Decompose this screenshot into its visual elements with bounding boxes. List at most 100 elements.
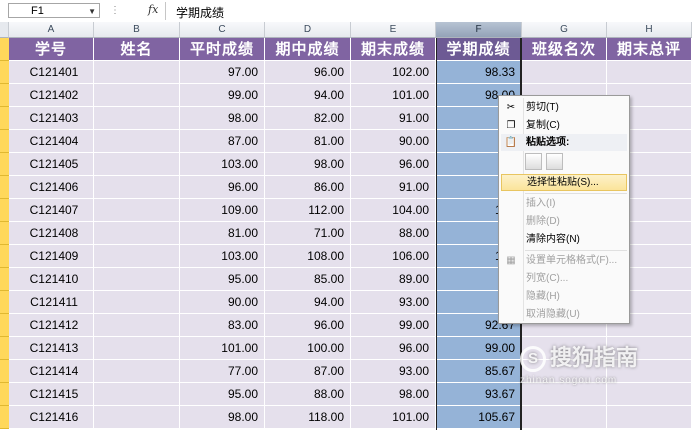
- cell-name[interactable]: [94, 360, 180, 383]
- menu-item-cut[interactable]: ✂ 剪切(T): [501, 99, 627, 116]
- cell-student-id[interactable]: C121407: [9, 199, 94, 222]
- cell-name[interactable]: [94, 383, 180, 406]
- menu-item-delete[interactable]: 删除(D): [501, 213, 627, 230]
- row-header[interactable]: [0, 222, 9, 245]
- row-header[interactable]: [0, 314, 9, 337]
- cell-midterm-score[interactable]: 71.00: [265, 222, 351, 245]
- cell-regular-score[interactable]: 98.00: [180, 107, 265, 130]
- cell-student-id[interactable]: C121411: [9, 291, 94, 314]
- cell-regular-score[interactable]: 77.00: [180, 360, 265, 383]
- cell-name[interactable]: [94, 245, 180, 268]
- row-header[interactable]: [0, 337, 9, 360]
- cell-midterm-score[interactable]: 98.00: [265, 153, 351, 176]
- cell-midterm-score[interactable]: 85.00: [265, 268, 351, 291]
- header-cell-final-evaluation[interactable]: 期末总评: [607, 38, 692, 61]
- cell-final-evaluation[interactable]: [607, 61, 692, 84]
- cell-student-id[interactable]: C121402: [9, 84, 94, 107]
- menu-item-unhide[interactable]: 取消隐藏(U): [501, 306, 627, 323]
- row-header[interactable]: [0, 360, 9, 383]
- cell-midterm-score[interactable]: 96.00: [265, 314, 351, 337]
- cell-student-id[interactable]: C121408: [9, 222, 94, 245]
- header-cell-midterm-score[interactable]: 期中成绩: [265, 38, 351, 61]
- cell-class-rank[interactable]: [522, 406, 607, 429]
- cell-final-score[interactable]: 106.00: [351, 245, 436, 268]
- column-header-b[interactable]: B: [94, 22, 180, 38]
- header-cell-term-score[interactable]: 学期成绩: [436, 38, 522, 61]
- row-header[interactable]: [0, 38, 9, 61]
- cell-name[interactable]: [94, 176, 180, 199]
- cell-final-score[interactable]: 101.00: [351, 406, 436, 429]
- column-header-e[interactable]: E: [351, 22, 436, 38]
- menu-item-paste-special[interactable]: 选择性粘贴(S)...: [501, 174, 627, 191]
- cell-name[interactable]: [94, 337, 180, 360]
- cell-regular-score[interactable]: 103.00: [180, 245, 265, 268]
- column-header-g[interactable]: G: [522, 22, 607, 38]
- cell-final-evaluation[interactable]: [607, 406, 692, 429]
- row-header[interactable]: [0, 245, 9, 268]
- cell-final-score[interactable]: 96.00: [351, 153, 436, 176]
- cell-name[interactable]: [94, 130, 180, 153]
- cell-final-score[interactable]: 90.00: [351, 130, 436, 153]
- cell-regular-score[interactable]: 99.00: [180, 84, 265, 107]
- cell-final-score[interactable]: 98.00: [351, 383, 436, 406]
- cell-term-score[interactable]: 105.67: [436, 406, 522, 429]
- chevron-down-icon[interactable]: ▼: [88, 4, 96, 19]
- menu-item-format-cells[interactable]: ▦ 设置单元格格式(F)...: [501, 252, 627, 269]
- cell-student-id[interactable]: C121416: [9, 406, 94, 429]
- menu-item-column-width[interactable]: 列宽(C)...: [501, 270, 627, 287]
- header-cell-student-id[interactable]: 学号: [9, 38, 94, 61]
- cell-student-id[interactable]: C121413: [9, 337, 94, 360]
- cell-term-score[interactable]: 99.00: [436, 337, 522, 360]
- cell-student-id[interactable]: C121415: [9, 383, 94, 406]
- cell-term-score[interactable]: 85.67: [436, 360, 522, 383]
- cell-midterm-score[interactable]: 96.00: [265, 61, 351, 84]
- cell-midterm-score[interactable]: 88.00: [265, 383, 351, 406]
- cell-midterm-score[interactable]: 82.00: [265, 107, 351, 130]
- cell-student-id[interactable]: C121404: [9, 130, 94, 153]
- cell-name[interactable]: [94, 61, 180, 84]
- header-cell-class-rank[interactable]: 班级名次: [522, 38, 607, 61]
- insert-function-icon[interactable]: fx: [148, 3, 158, 16]
- row-header[interactable]: [0, 406, 9, 429]
- cell-regular-score[interactable]: 98.00: [180, 406, 265, 429]
- cell-student-id[interactable]: C121410: [9, 268, 94, 291]
- cell-final-score[interactable]: 99.00: [351, 314, 436, 337]
- row-header[interactable]: [0, 268, 9, 291]
- cell-regular-score[interactable]: 96.00: [180, 176, 265, 199]
- cell-midterm-score[interactable]: 94.00: [265, 84, 351, 107]
- cell-name[interactable]: [94, 153, 180, 176]
- cell-name[interactable]: [94, 406, 180, 429]
- cell-regular-score[interactable]: 87.00: [180, 130, 265, 153]
- cell-final-score[interactable]: 101.00: [351, 84, 436, 107]
- cell-final-score[interactable]: 91.00: [351, 107, 436, 130]
- cell-name[interactable]: [94, 107, 180, 130]
- cell-class-rank[interactable]: [522, 383, 607, 406]
- cell-midterm-score[interactable]: 81.00: [265, 130, 351, 153]
- cell-regular-score[interactable]: 95.00: [180, 383, 265, 406]
- column-header-h[interactable]: H: [607, 22, 692, 38]
- cell-final-score[interactable]: 102.00: [351, 61, 436, 84]
- paste-icon[interactable]: [525, 153, 542, 170]
- row-header[interactable]: [0, 383, 9, 406]
- row-header[interactable]: [0, 84, 9, 107]
- cell-name[interactable]: [94, 199, 180, 222]
- cell-midterm-score[interactable]: 100.00: [265, 337, 351, 360]
- cell-final-score[interactable]: 96.00: [351, 337, 436, 360]
- row-header[interactable]: [0, 130, 9, 153]
- menu-item-insert[interactable]: 插入(I): [501, 195, 627, 212]
- cell-name[interactable]: [94, 222, 180, 245]
- cell-midterm-score[interactable]: 108.00: [265, 245, 351, 268]
- header-cell-name[interactable]: 姓名: [94, 38, 180, 61]
- row-header[interactable]: [0, 199, 9, 222]
- cell-regular-score[interactable]: 109.00: [180, 199, 265, 222]
- cell-term-score[interactable]: 98.33: [436, 61, 522, 84]
- cell-midterm-score[interactable]: 94.00: [265, 291, 351, 314]
- cell-class-rank[interactable]: [522, 61, 607, 84]
- row-header[interactable]: [0, 291, 9, 314]
- cell-regular-score[interactable]: 81.00: [180, 222, 265, 245]
- cell-term-score[interactable]: 93.67: [436, 383, 522, 406]
- cell-final-score[interactable]: 93.00: [351, 291, 436, 314]
- cell-midterm-score[interactable]: 87.00: [265, 360, 351, 383]
- name-box[interactable]: F1 ▼: [8, 3, 100, 18]
- cell-regular-score[interactable]: 95.00: [180, 268, 265, 291]
